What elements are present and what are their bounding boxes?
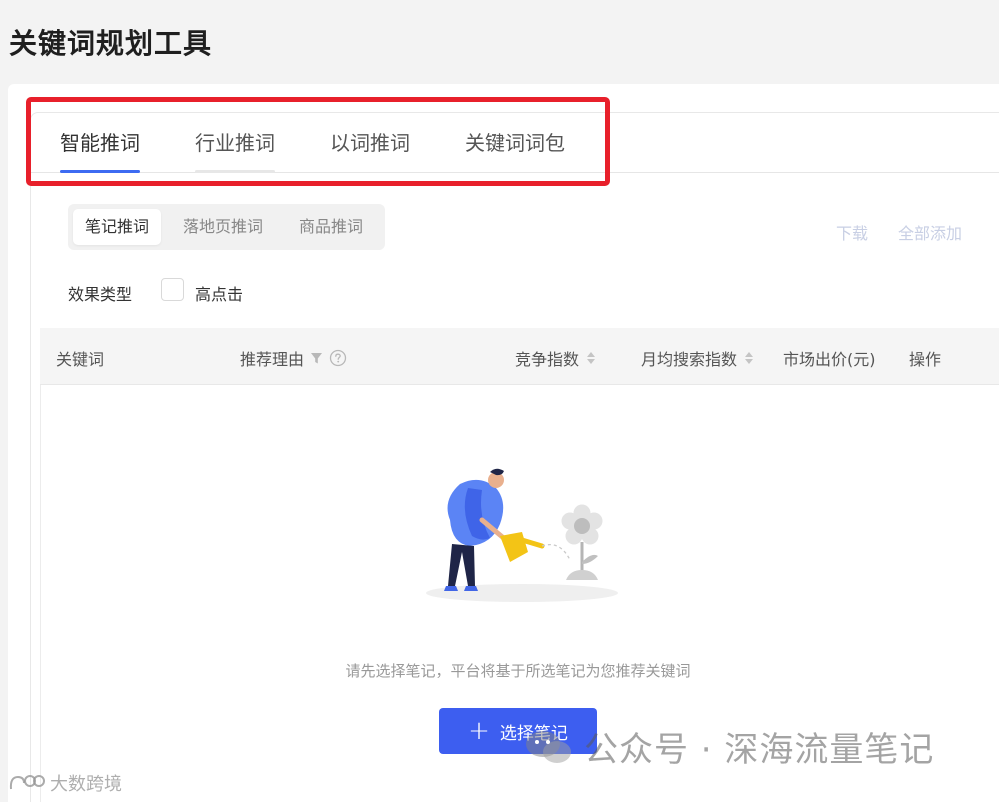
watering-plant-illustration <box>426 468 618 602</box>
empty-state-message: 请先选择笔记，平台将基于所选笔记为您推荐关键词 <box>345 662 691 680</box>
column-header-action: 操作 <box>909 346 941 370</box>
download-button[interactable]: 下载 <box>836 220 868 244</box>
column-header-reason: 推荐理由 <box>240 346 347 370</box>
column-header-competition[interactable]: 竞争指数 <box>515 346 596 370</box>
brand-logo-icon <box>9 775 45 790</box>
tab-label: 智能推词 <box>60 131 140 155</box>
column-label: 关键词 <box>56 350 105 369</box>
column-header-market-bid: 市场出价(元) <box>783 346 876 370</box>
tab-label: 行业推词 <box>195 131 275 155</box>
tab-smart-recommend[interactable]: 智能推词 <box>60 127 140 173</box>
column-label: 市场出价(元) <box>783 350 876 369</box>
sub-tab-group: 笔记推词 落地页推词 商品推词 <box>68 204 385 250</box>
sort-icon[interactable] <box>745 352 754 364</box>
subtab-product-recommend[interactable]: 商品推词 <box>287 209 375 245</box>
tab-label: 关键词词包 <box>465 131 565 155</box>
column-label: 月均搜索指数 <box>641 350 738 369</box>
column-label: 推荐理由 <box>240 350 305 369</box>
high-click-checkbox[interactable] <box>161 278 184 301</box>
column-label: 竞争指数 <box>515 350 580 369</box>
help-icon[interactable] <box>329 349 347 367</box>
watermark-text: 公众号 · 深海流量笔记 <box>584 730 935 770</box>
column-label: 操作 <box>909 350 942 369</box>
tab-underline <box>195 170 275 173</box>
tab-word-recommend[interactable]: 以词推词 <box>330 127 410 173</box>
watermark-wechat: 公众号 · 深海流量笔记 <box>524 722 934 771</box>
watermark-brand: 大数跨境 <box>8 770 122 796</box>
filter-icon[interactable] <box>310 352 323 365</box>
watermark-brand-text: 大数跨境 <box>50 774 122 795</box>
subtab-landing-page-recommend[interactable]: 落地页推词 <box>171 209 275 245</box>
wechat-icon <box>526 730 571 763</box>
page-title: 关键词规划工具 <box>9 27 213 60</box>
high-click-label[interactable]: 高点击 <box>195 281 243 305</box>
active-tab-underline <box>60 170 140 173</box>
main-tab-bar: 智能推词 行业推词 以词推词 关键词词包 <box>30 112 999 173</box>
column-header-monthly-search[interactable]: 月均搜索指数 <box>641 346 754 370</box>
plus-icon: + <box>468 716 490 746</box>
effect-type-label: 效果类型 <box>68 285 133 304</box>
subtab-note-recommend[interactable]: 笔记推词 <box>73 209 162 245</box>
column-header-keyword: 关键词 <box>56 346 104 370</box>
tab-industry-recommend[interactable]: 行业推词 <box>195 127 275 173</box>
table-header: 关键词 推荐理由 竞争指数 月均搜索指数 市场出价(元) 操作 <box>40 328 999 385</box>
tab-keyword-package[interactable]: 关键词词包 <box>465 127 565 173</box>
add-all-button[interactable]: 全部添加 <box>898 220 962 244</box>
sort-icon[interactable] <box>587 352 596 364</box>
tab-label: 以词推词 <box>330 131 410 155</box>
